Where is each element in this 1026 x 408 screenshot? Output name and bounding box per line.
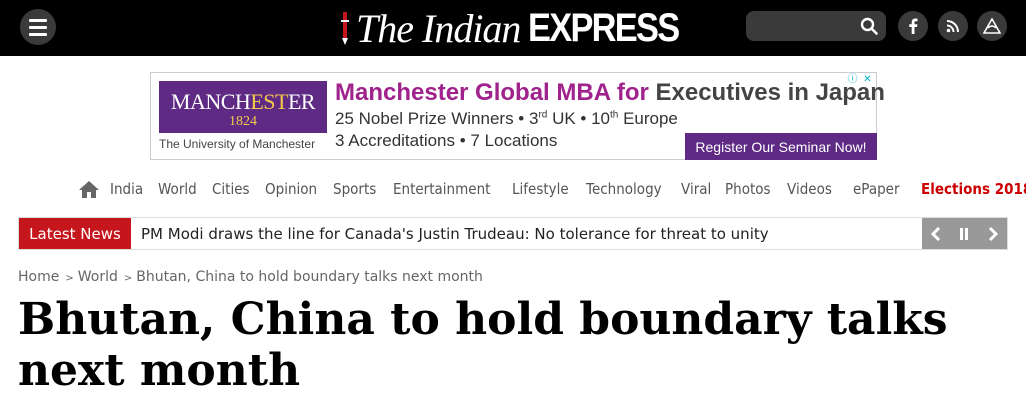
search-icon[interactable] (860, 17, 878, 35)
pause-icon (960, 227, 969, 240)
manchester-logo: MANCHESTER 1824 (159, 81, 327, 133)
rss-icon[interactable] (938, 11, 968, 41)
ticker-pause-button[interactable] (950, 218, 978, 249)
nav-item-india[interactable]: India (110, 180, 143, 198)
rss-glyph (946, 20, 959, 33)
ad-register-button[interactable]: Register Our Seminar Now! (685, 133, 877, 160)
nav-item-epaper[interactable]: ePaper (853, 180, 900, 198)
advertisement-banner[interactable]: MANCHESTER 1824 The University of Manche… (150, 72, 885, 160)
manchester-wordmark: MANCHESTER (170, 89, 316, 114)
ad-university-name: The University of Manchester (159, 137, 316, 151)
ticker-next-button[interactable] (979, 218, 1007, 249)
menu-icon-line (29, 25, 47, 29)
home-icon[interactable] (78, 179, 100, 199)
nav-item-lifestyle[interactable]: Lifestyle (512, 180, 569, 198)
breadcrumb-home[interactable]: Home (18, 269, 59, 285)
logo-text-the-indian: The Indian (356, 5, 521, 51)
amp-icon[interactable] (977, 11, 1007, 41)
ad-line-2: 3 Accreditations • 7 Locations (335, 131, 558, 150)
main-navigation: India World Cities Opinion Sports Entert… (78, 176, 1026, 202)
site-logo[interactable]: The Indian EXPRESS (338, 5, 703, 51)
hamburger-menu-button[interactable] (20, 9, 56, 45)
search-box (746, 11, 886, 41)
logo-text-express: EXPRESS (528, 5, 680, 50)
menu-icon-line (29, 18, 47, 22)
ticker-prev-button[interactable] (922, 218, 950, 249)
nav-item-technology[interactable]: Technology (586, 180, 662, 198)
latest-news-ticker: Latest News PM Modi draws the line for C… (18, 217, 1008, 250)
ticker-controls (922, 218, 1007, 249)
breadcrumb-separator: > (123, 273, 133, 284)
nav-item-elections-2018[interactable]: Elections 2018 (921, 180, 1026, 198)
chevron-left-icon (931, 226, 941, 241)
nav-item-cities[interactable]: Cities (212, 180, 250, 198)
facebook-glyph (909, 18, 918, 34)
breadcrumb-separator: > (65, 273, 74, 284)
nav-item-photos[interactable]: Photos (725, 180, 771, 198)
latest-news-label: Latest News (19, 218, 131, 249)
breadcrumb-current: Bhutan, China to hold boundary talks nex… (136, 269, 483, 285)
nav-item-sports[interactable]: Sports (333, 180, 376, 198)
article-title: Bhutan, China to hold boundary talks nex… (18, 294, 948, 396)
close-ad-icon[interactable]: ✕ (861, 73, 874, 86)
adchoices-icon[interactable]: ⓘ (846, 73, 859, 86)
breadcrumb-world[interactable]: World (78, 269, 118, 285)
facebook-icon[interactable] (898, 11, 928, 41)
amp-glyph (983, 18, 1001, 34)
nav-item-opinion[interactable]: Opinion (265, 180, 317, 198)
chevron-right-icon (988, 226, 998, 241)
breadcrumb: Home > World > Bhutan, China to hold boundar… (18, 269, 483, 285)
ad-choices[interactable]: ⓘ ✕ (846, 73, 874, 86)
top-bar: The Indian EXPRESS (0, 0, 1026, 56)
nav-item-viral[interactable]: Viral (681, 180, 711, 198)
nav-item-videos[interactable]: Videos (787, 180, 832, 198)
search-input[interactable] (756, 16, 851, 36)
pen-nib-icon (341, 12, 349, 45)
ad-line-1: 25 Nobel Prize Winners • 3rd UK • 10th E… (335, 109, 678, 128)
ad-headline: Manchester Global MBA for Executives in … (335, 79, 885, 106)
latest-news-headline[interactable]: PM Modi draws the line for Canada's Just… (141, 225, 769, 243)
nav-item-world[interactable]: World (158, 180, 197, 198)
manchester-year: 1824 (229, 114, 257, 129)
nav-item-entertainment[interactable]: Entertainment (393, 180, 490, 198)
menu-icon-line (29, 32, 47, 36)
